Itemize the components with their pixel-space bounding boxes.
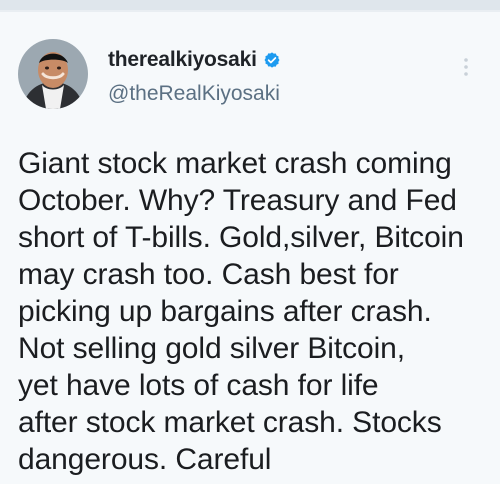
tweet-text-line-1: Giant stock market crash coming <box>18 147 452 180</box>
avatar[interactable] <box>18 39 88 109</box>
verified-badge-icon <box>263 51 281 69</box>
top-divider <box>0 0 500 10</box>
tweet-text-line-6: Not selling gold silver Bitcoin, <box>18 332 405 365</box>
tweet-text-line-5: picking up bargains after crash. <box>18 295 432 328</box>
more-options-icon[interactable] <box>456 55 476 79</box>
tweet-text-line-3: short of T-bills. Gold,silver, Bitcoin <box>18 221 464 254</box>
tweet-text-line-9: dangerous. Careful <box>18 443 272 476</box>
tweet-text-line-2: October. Why? Treasury and Fed <box>18 184 457 217</box>
display-name[interactable]: therealkiyosaki <box>108 48 257 72</box>
tweet-text-line-4: may crash too. Cash best for <box>18 258 399 291</box>
tweet-text-line-7: yet have lots of cash for life <box>18 369 379 402</box>
tweet-text: Giant stock market crash coming October.… <box>18 145 486 478</box>
user-handle[interactable]: @theRealKiyosaki <box>108 82 280 106</box>
tweet-text-line-8: after stock market crash. Stocks <box>18 406 442 439</box>
tweet-card: therealkiyosaki @theRealKiyosaki Giant s… <box>0 12 500 484</box>
author-row: therealkiyosaki <box>108 45 281 75</box>
